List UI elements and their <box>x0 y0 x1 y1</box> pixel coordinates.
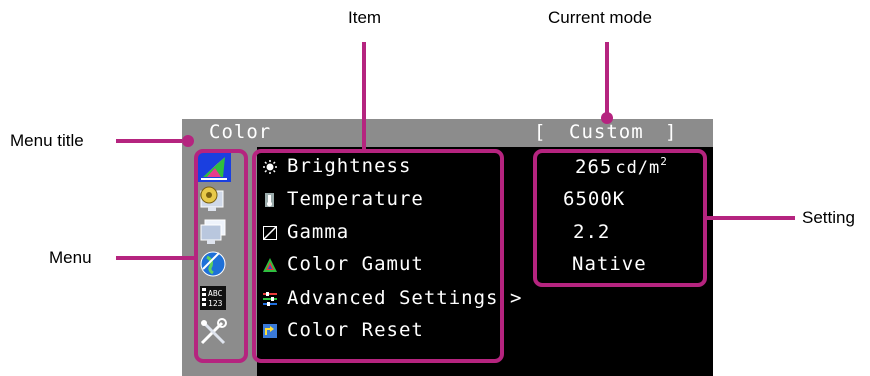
current-mode-leader-dot <box>601 112 613 124</box>
menu-highlight-box <box>194 149 248 363</box>
item-highlight-box <box>252 149 504 363</box>
callout-overlay <box>116 42 795 363</box>
menu-title-leader-dot <box>182 135 194 147</box>
setting-highlight-box <box>533 149 707 287</box>
